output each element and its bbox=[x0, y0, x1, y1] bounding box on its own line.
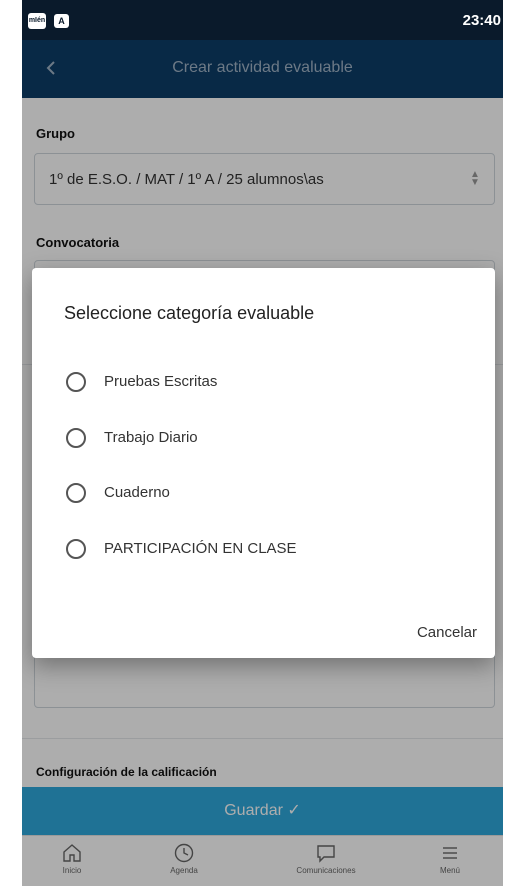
dialog-title: Seleccione categoría evaluable bbox=[64, 303, 315, 323]
radio-unchecked-icon[interactable] bbox=[66, 483, 86, 503]
option-pruebas-escritas[interactable]: Pruebas Escritas bbox=[66, 369, 466, 395]
radio-unchecked-icon[interactable] bbox=[66, 428, 86, 448]
device-frame-right bbox=[503, 0, 515, 886]
app-screen: mIén A 23:40 Crear actividad evaluable G… bbox=[22, 0, 503, 886]
notification-app-icon: mIén bbox=[28, 13, 46, 29]
option-label: PARTICIPACIÓN EN CLASE bbox=[104, 540, 297, 557]
option-participacion[interactable]: PARTICIPACIÓN EN CLASE bbox=[66, 536, 466, 562]
device-frame-left bbox=[0, 0, 22, 886]
cancel-button[interactable]: Cancelar bbox=[417, 624, 477, 641]
option-trabajo-diario[interactable]: Trabajo Diario bbox=[66, 425, 466, 451]
category-dialog: Seleccione categoría evaluable Pruebas E… bbox=[32, 268, 495, 658]
option-cuaderno[interactable]: Cuaderno bbox=[66, 480, 466, 506]
option-label: Pruebas Escritas bbox=[104, 373, 218, 390]
radio-unchecked-icon[interactable] bbox=[66, 539, 86, 559]
option-label: Trabajo Diario bbox=[104, 429, 198, 446]
notification-a-icon: A bbox=[54, 14, 69, 28]
option-label: Cuaderno bbox=[104, 484, 170, 501]
radio-unchecked-icon[interactable] bbox=[66, 372, 86, 392]
status-time: 23:40 bbox=[462, 12, 501, 29]
status-bar: mIén A 23:40 bbox=[22, 0, 503, 40]
